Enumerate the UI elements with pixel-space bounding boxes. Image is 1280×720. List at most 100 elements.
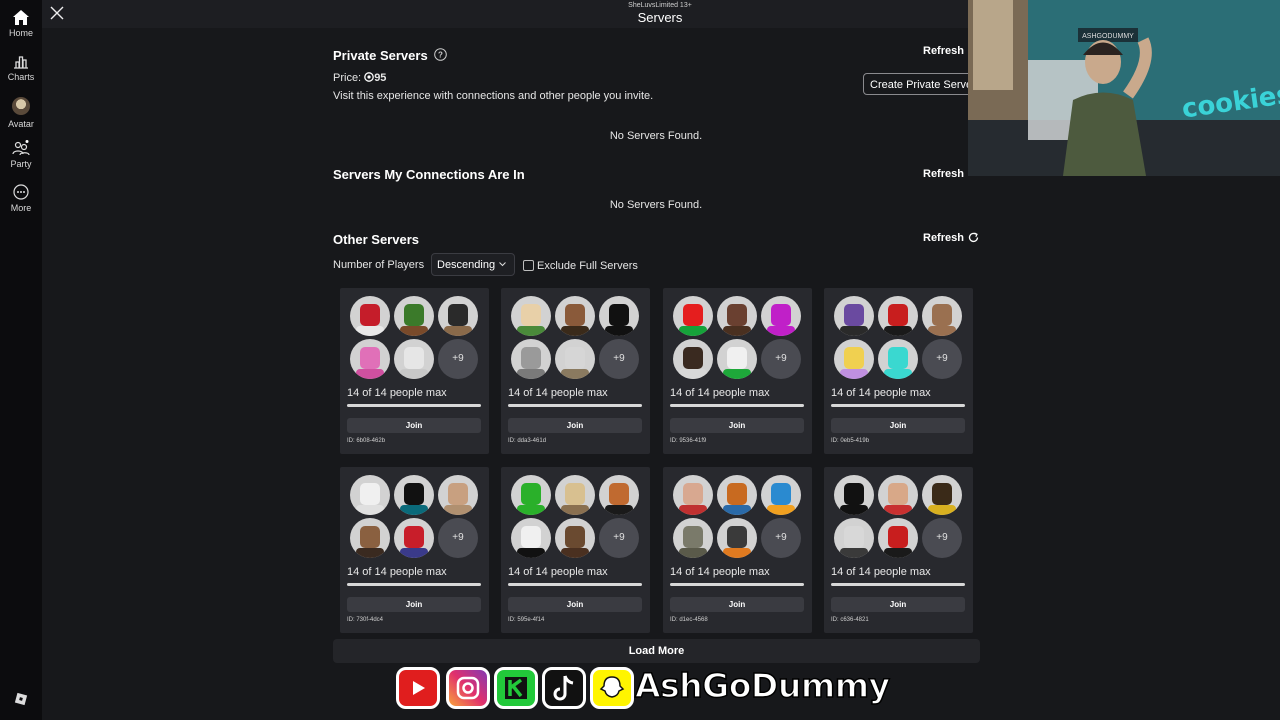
player-avatar[interactable]: [673, 339, 713, 379]
join-button[interactable]: Join: [347, 418, 481, 433]
player-avatar[interactable]: [438, 296, 478, 336]
nav-home-label: Home: [8, 28, 33, 38]
player-avatar[interactable]: [878, 518, 918, 558]
player-avatar[interactable]: [717, 339, 757, 379]
other-refresh-button[interactable]: Refresh: [923, 232, 979, 244]
server-id: ID: 0eb5-419b: [831, 438, 870, 444]
join-button[interactable]: Join: [508, 418, 642, 433]
nav-avatar[interactable]: Avatar: [0, 97, 42, 129]
join-button[interactable]: Join: [670, 418, 804, 433]
more-players-badge: +9: [438, 518, 478, 558]
player-avatar[interactable]: [673, 518, 713, 558]
instagram-icon: [446, 667, 490, 709]
player-avatar[interactable]: [511, 518, 551, 558]
player-count: 14 of 14 people max: [508, 387, 608, 399]
player-avatar[interactable]: [394, 296, 434, 336]
player-avatar[interactable]: [511, 475, 551, 515]
more-icon: [13, 184, 29, 200]
nav-charts[interactable]: Charts: [0, 55, 42, 82]
player-avatar[interactable]: [394, 339, 434, 379]
server-card: +9 14 of 14 people max Join ID: 6b08-462b: [340, 288, 489, 454]
player-avatar[interactable]: [834, 518, 874, 558]
load-more-button[interactable]: Load More: [333, 639, 980, 663]
capacity-bar: [508, 404, 642, 407]
server-card: +9 14 of 14 people max Join ID: dda3-461d: [501, 288, 650, 454]
exclude-full-checkbox[interactable]: [523, 260, 534, 271]
connections-refresh-label: Refresh: [923, 168, 964, 180]
join-button[interactable]: Join: [508, 597, 642, 612]
connections-title: Servers My Connections Are In: [333, 167, 525, 182]
chevron-down-icon: [499, 262, 506, 267]
server-id: ID: c636-4821: [831, 617, 869, 623]
player-avatar[interactable]: [555, 475, 595, 515]
join-button[interactable]: Join: [347, 597, 481, 612]
roblox-logo-icon[interactable]: [14, 692, 28, 706]
home-icon: [13, 10, 29, 25]
nav-home[interactable]: Home: [0, 10, 42, 38]
server-id: ID: 730f-4dc4: [347, 617, 384, 623]
sort-label: Number of Players: [333, 259, 425, 271]
capacity-bar: [831, 583, 965, 586]
join-button[interactable]: Join: [670, 597, 804, 612]
player-avatar[interactable]: [717, 518, 757, 558]
player-avatar[interactable]: [922, 475, 962, 515]
create-private-server-button[interactable]: Create Private Serve: [863, 73, 983, 95]
party-icon: [12, 140, 30, 156]
snapchat-icon: [590, 667, 634, 709]
private-servers-heading: Private Servers: [333, 48, 428, 63]
player-avatar[interactable]: [834, 339, 874, 379]
player-count: 14 of 14 people max: [347, 566, 447, 578]
player-avatar[interactable]: [878, 475, 918, 515]
private-empty-text: No Servers Found.: [609, 130, 703, 142]
server-card: +9 14 of 14 people max Join ID: 9536-41f9: [663, 288, 812, 454]
player-count: 14 of 14 people max: [347, 387, 447, 399]
help-icon[interactable]: ?: [434, 48, 448, 61]
server-card: +9 14 of 14 people max Join ID: d1ec-4568: [663, 467, 812, 633]
player-avatar[interactable]: [717, 296, 757, 336]
more-players-badge: +9: [761, 518, 801, 558]
player-avatar[interactable]: [673, 475, 713, 515]
nav-party-label: Party: [10, 159, 32, 169]
player-count: 14 of 14 people max: [831, 566, 931, 578]
join-button[interactable]: Join: [831, 418, 965, 433]
player-avatar[interactable]: [834, 475, 874, 515]
player-avatar[interactable]: [761, 475, 801, 515]
experience-name: SheLuvsLimited 13+: [628, 2, 692, 9]
player-avatar[interactable]: [555, 518, 595, 558]
nav-more[interactable]: More: [0, 184, 42, 213]
player-avatar[interactable]: [673, 296, 713, 336]
capacity-bar: [347, 404, 481, 407]
player-avatar[interactable]: [394, 475, 434, 515]
player-avatar[interactable]: [511, 339, 551, 379]
nav-avatar-label: Avatar: [8, 119, 34, 129]
connections-refresh-button[interactable]: Refresh: [923, 168, 964, 180]
nav-party[interactable]: Party: [0, 140, 42, 169]
avatar-icon: [12, 97, 30, 115]
player-avatar[interactable]: [555, 296, 595, 336]
player-avatar[interactable]: [599, 475, 639, 515]
player-avatar[interactable]: [350, 339, 390, 379]
sort-dropdown[interactable]: Descending: [431, 253, 515, 276]
close-icon[interactable]: [50, 6, 64, 20]
player-avatar[interactable]: [834, 296, 874, 336]
player-avatar[interactable]: [761, 296, 801, 336]
player-avatar[interactable]: [878, 339, 918, 379]
robux-icon: [364, 72, 375, 82]
player-avatar[interactable]: [599, 296, 639, 336]
private-refresh-button[interactable]: Refresh: [923, 45, 964, 57]
banner-text: ASHGODUMMY: [1082, 33, 1134, 40]
player-avatar[interactable]: [922, 296, 962, 336]
player-avatar[interactable]: [394, 518, 434, 558]
private-servers-title: Private Servers ?: [333, 48, 448, 63]
player-avatar[interactable]: [511, 296, 551, 336]
player-avatar[interactable]: [555, 339, 595, 379]
player-avatar[interactable]: [350, 296, 390, 336]
player-avatar[interactable]: [350, 518, 390, 558]
server-id: ID: d1ec-4568: [670, 617, 708, 623]
player-avatar[interactable]: [350, 475, 390, 515]
player-avatar[interactable]: [438, 475, 478, 515]
player-avatar[interactable]: [878, 296, 918, 336]
join-button[interactable]: Join: [831, 597, 965, 612]
player-count: 14 of 14 people max: [670, 387, 770, 399]
player-avatar[interactable]: [717, 475, 757, 515]
